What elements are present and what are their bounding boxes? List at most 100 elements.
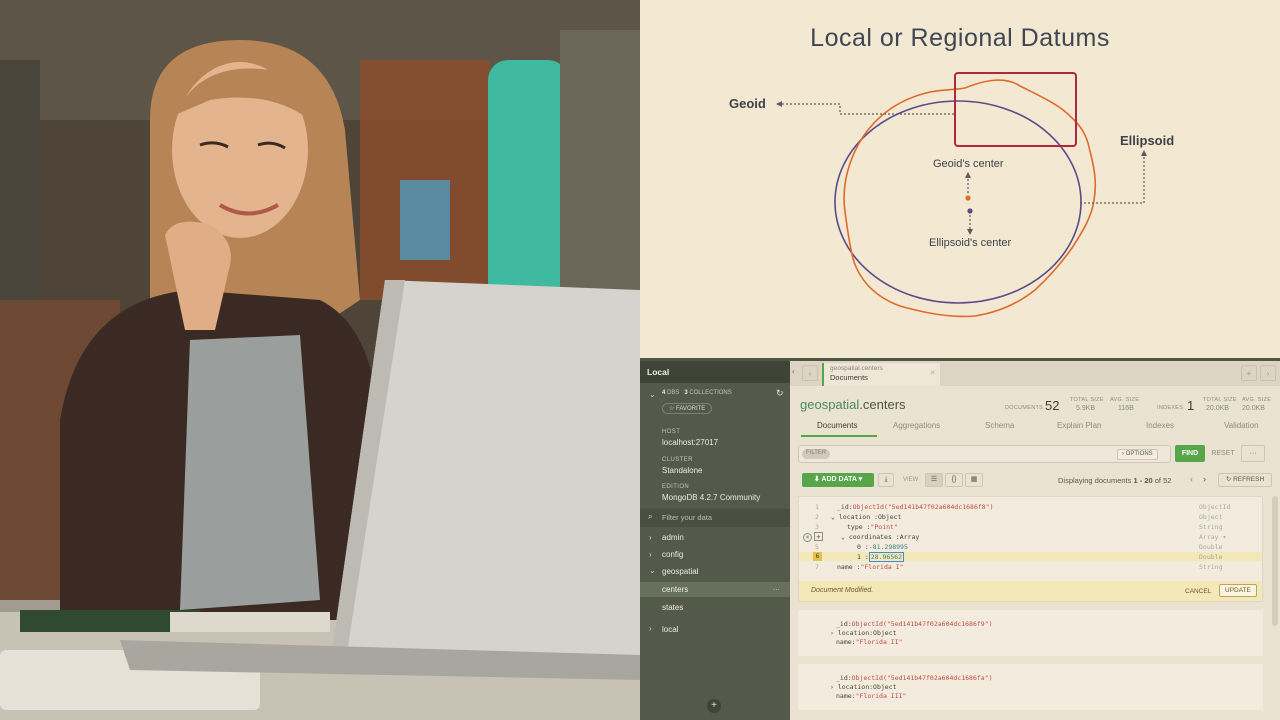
- chevron-down-icon[interactable]: ⌄: [649, 390, 656, 399]
- sidebar: Local ⌄ 4 DBS 3 COLLECTIONS ↻ ☆ FAVORITE…: [640, 361, 790, 720]
- type-label[interactable]: Array ▾: [1199, 533, 1226, 541]
- doc-field-location[interactable]: ⌄ location :Object: [831, 513, 901, 521]
- refresh-label: REFRESH: [1233, 476, 1265, 483]
- ellipsoid-center-label: Ellipsoid's center: [929, 237, 1012, 249]
- doc-field-type[interactable]: type :"Point": [847, 523, 898, 531]
- tab-geospatial-centers[interactable]: geospatial.centers Documents ×: [822, 363, 940, 386]
- query-filter-input[interactable]: FILTER › OPTIONS: [798, 445, 1171, 463]
- datum-diagram: [776, 72, 1147, 318]
- tab-documents[interactable]: Documents: [817, 421, 857, 430]
- doc-field-name: name:"Florida II": [836, 638, 903, 646]
- favorite-button[interactable]: ☆ FAVORITE: [662, 403, 713, 414]
- sidebar-filter-input[interactable]: ⌕ Filter your data: [640, 509, 790, 527]
- scrollbar[interactable]: [1272, 496, 1278, 626]
- avg-size-caption: AVG. SIZE: [1110, 397, 1140, 403]
- db-name: geospatial: [800, 397, 860, 412]
- chevron-down-icon: ⌄: [649, 566, 656, 575]
- document-card-editing[interactable]: 1 _id:ObjectId("5ed141b47f02a604dc1686f8…: [798, 496, 1263, 602]
- mongodb-compass-window: Local ⌄ 4 DBS 3 COLLECTIONS ↻ ☆ FAVORITE…: [640, 358, 1280, 720]
- add-data-label: ADD DATA ▾: [821, 476, 863, 483]
- db-item-local[interactable]: local: [662, 625, 678, 634]
- options-button[interactable]: › OPTIONS: [1117, 449, 1158, 460]
- db-item-admin[interactable]: admin: [662, 533, 684, 542]
- collection-view: ‹ ‹ geospatial.centers Documents × + › g…: [790, 361, 1280, 720]
- tab-schema[interactable]: Schema: [985, 421, 1014, 430]
- doc-field-id[interactable]: _id:ObjectId("5ed141b47f02a604dc1686f8"): [837, 503, 994, 511]
- find-button[interactable]: FIND: [1175, 445, 1205, 462]
- create-database-button[interactable]: +: [707, 699, 721, 713]
- index-avg-size-caption: AVG. SIZE: [1242, 397, 1272, 403]
- tab-aggregations[interactable]: Aggregations: [893, 421, 940, 430]
- doc-field-coord-1[interactable]: 1 :28.96562: [857, 552, 905, 562]
- geoid-label: Geoid: [729, 96, 766, 111]
- modified-message: Document Modified.: [811, 587, 874, 594]
- update-button[interactable]: UPDATE: [1219, 584, 1257, 597]
- type-label: ObjectId: [1199, 503, 1231, 511]
- doc-field-coordinates[interactable]: ⌄ coordinates :Array: [841, 533, 919, 541]
- tab-namespace: geospatial.centers: [830, 365, 883, 372]
- type-label: String: [1199, 523, 1223, 531]
- cluster-caption: CLUSTER: [662, 457, 693, 463]
- collection-title: geospatial.centers: [800, 397, 906, 412]
- chevron-right-icon: ›: [649, 533, 652, 542]
- db-item-geospatial[interactable]: geospatial: [662, 567, 698, 576]
- doc-field-id: _id:ObjectId("5ed141b47f02a604dc1686f9"): [836, 620, 993, 628]
- documents-count: 52: [1045, 398, 1060, 413]
- document-card[interactable]: _id:ObjectId("5ed141b47f02a604dc1686f9")…: [798, 610, 1263, 656]
- add-field-icon[interactable]: +: [814, 532, 823, 541]
- collection-item-centers[interactable]: centers ...: [640, 582, 790, 597]
- doc-field-location[interactable]: › location:Object: [830, 683, 897, 691]
- type-label: Object: [1199, 513, 1223, 521]
- doc-field-coord-0[interactable]: 0 :-81.298995: [857, 543, 908, 551]
- export-icon[interactable]: ⤓: [878, 473, 894, 487]
- coll-name: .centers: [859, 397, 906, 412]
- back-button[interactable]: ‹: [802, 365, 818, 381]
- chevron-right-icon: ›: [649, 550, 652, 559]
- refresh-button[interactable]: ↻ REFRESH: [1218, 473, 1272, 487]
- close-tab-icon[interactable]: ×: [930, 368, 935, 377]
- tab-explain-plan[interactable]: Explain Plan: [1057, 421, 1101, 430]
- chevron-right-icon: ›: [649, 624, 652, 633]
- more-options-button[interactable]: ···: [1241, 445, 1265, 462]
- doc-field-id: _id:ObjectId("5ed141b47f02a604dc1686fa"): [836, 674, 993, 682]
- forward-button[interactable]: ›: [1260, 365, 1276, 381]
- ellipsoid-label: Ellipsoid: [1120, 133, 1175, 148]
- cancel-button[interactable]: CANCEL: [1185, 588, 1211, 595]
- ellipsoid-shape: [834, 100, 1082, 304]
- tab-indexes[interactable]: Indexes: [1146, 421, 1174, 430]
- reset-button[interactable]: RESET: [1208, 447, 1238, 461]
- collection-item-states[interactable]: states: [662, 603, 683, 612]
- tab-bar: ‹ ‹ geospatial.centers Documents × + ›: [790, 361, 1280, 386]
- db-item-config[interactable]: config: [662, 550, 683, 559]
- cluster-value: Standalone: [662, 466, 703, 475]
- type-label: String: [1199, 563, 1223, 571]
- prev-page-icon[interactable]: ‹: [1190, 474, 1193, 484]
- collection-more-button[interactable]: ...: [773, 583, 780, 592]
- json-view-icon[interactable]: {}: [945, 473, 963, 487]
- download-icon: ⬇: [813, 476, 820, 483]
- tab-subtitle: Documents: [830, 373, 868, 382]
- sidebar-title: Local: [640, 361, 790, 383]
- new-tab-button[interactable]: +: [1241, 365, 1257, 381]
- collapse-icon[interactable]: ‹: [792, 367, 795, 376]
- add-data-button[interactable]: ⬇ ADD DATA ▾: [802, 473, 874, 487]
- document-card[interactable]: _id:ObjectId("5ed141b47f02a604dc1686fa")…: [798, 664, 1263, 710]
- photo-woman-laptop: [0, 0, 640, 720]
- host-value: localhost:27017: [662, 438, 719, 447]
- refresh-icon[interactable]: ↻: [776, 388, 784, 399]
- doc-field-name[interactable]: name :"Florida I": [837, 563, 904, 571]
- type-label: Double: [1199, 543, 1223, 551]
- refresh-icon: ↻: [1225, 476, 1232, 483]
- host-caption: HOST: [662, 429, 681, 435]
- list-view-icon[interactable]: ☰: [925, 473, 943, 487]
- tab-validation[interactable]: Validation: [1224, 421, 1259, 430]
- edition-caption: EDITION: [662, 484, 690, 490]
- filter-placeholder: Filter your data: [662, 513, 713, 522]
- doc-field-location[interactable]: › location:Object: [830, 629, 897, 637]
- remove-field-icon[interactable]: ×: [803, 533, 812, 542]
- avg-size-value: 116B: [1118, 405, 1134, 412]
- next-page-icon[interactable]: ›: [1203, 474, 1206, 484]
- filter-pill: FILTER: [802, 449, 831, 459]
- table-view-icon[interactable]: ▦: [965, 473, 983, 487]
- edition-value: MongoDB 4.2.7 Community: [662, 493, 761, 502]
